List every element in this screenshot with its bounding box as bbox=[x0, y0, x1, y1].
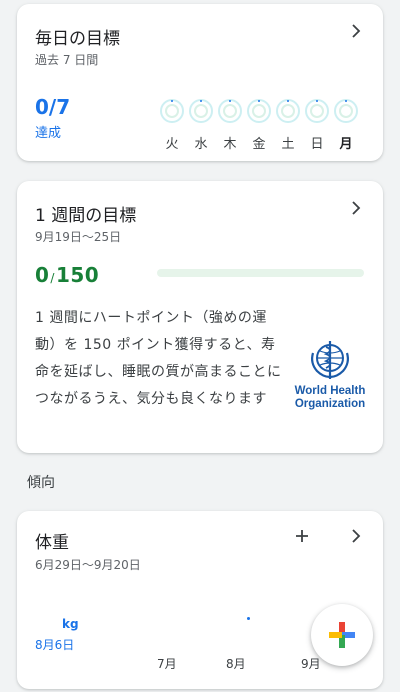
weight-date-range: 6月29日～9月20日 bbox=[35, 558, 141, 572]
weekly-goal-card[interactable]: 1 週間の目標 9月19日～25日 0/150 1 週間にハートポイント（強めの… bbox=[17, 181, 383, 453]
day-ring bbox=[160, 99, 184, 123]
day-ring bbox=[276, 99, 300, 123]
month-label: 9月 bbox=[301, 657, 321, 671]
weekly-goal-value: 0/150 bbox=[35, 263, 99, 287]
who-emblem-icon bbox=[311, 341, 349, 379]
month-label: 8月 bbox=[226, 657, 246, 671]
month-label: 7月 bbox=[157, 657, 177, 671]
day-label: 土 bbox=[281, 137, 295, 152]
daily-goal-value: 0/7 bbox=[35, 95, 71, 119]
daily-goal-card[interactable]: 毎日の目標 過去 7 日間 0/7 達成 火 水 木 金 土 日 月 bbox=[17, 4, 383, 161]
add-weight-plus-icon[interactable] bbox=[293, 527, 311, 545]
who-logo-line2: Organization bbox=[294, 398, 366, 410]
weekly-goal-date-range: 9月19日～25日 bbox=[35, 230, 122, 244]
google-fit-plus-icon bbox=[329, 622, 355, 648]
day-ring bbox=[218, 99, 242, 123]
weekly-goal-separator: / bbox=[50, 271, 55, 285]
weight-unit-label: kg bbox=[62, 617, 79, 631]
chevron-right-icon[interactable] bbox=[347, 527, 365, 545]
day-ring bbox=[305, 99, 329, 123]
chevron-right-icon[interactable] bbox=[347, 199, 365, 217]
day-ring bbox=[247, 99, 271, 123]
day-ring bbox=[189, 99, 213, 123]
weight-title: 体重 bbox=[35, 533, 69, 553]
weekly-goal-current: 0 bbox=[35, 263, 50, 287]
weekly-goal-target: 150 bbox=[55, 263, 100, 287]
who-logo: World Health Organization bbox=[293, 337, 367, 411]
weekly-goal-title: 1 週間の目標 bbox=[35, 206, 137, 226]
weight-data-point[interactable] bbox=[247, 617, 250, 620]
chevron-right-icon[interactable] bbox=[347, 22, 365, 40]
daily-goal-title: 毎日の目標 bbox=[35, 29, 120, 49]
who-logo-line1: World Health bbox=[294, 385, 366, 397]
day-label: 金 bbox=[252, 137, 266, 152]
trends-section-label: 傾向 bbox=[27, 475, 55, 491]
daily-goal-value-label: 達成 bbox=[35, 126, 62, 141]
day-ring bbox=[334, 99, 358, 123]
day-label: 日 bbox=[310, 137, 324, 152]
weekly-goal-description: 1 週間にハートポイント（強めの運動）を 150 ポイント獲得すると、寿命を延ば… bbox=[35, 310, 282, 407]
day-label: 木 bbox=[223, 137, 237, 152]
day-label-today: 月 bbox=[339, 137, 353, 152]
weight-selected-date: 8月6日 bbox=[35, 638, 75, 652]
day-label: 火 bbox=[165, 137, 179, 152]
add-fab-button[interactable] bbox=[311, 604, 373, 666]
day-label: 水 bbox=[194, 137, 208, 152]
weekly-progress-bar bbox=[157, 269, 364, 277]
daily-goal-subtitle: 過去 7 日間 bbox=[35, 53, 99, 67]
